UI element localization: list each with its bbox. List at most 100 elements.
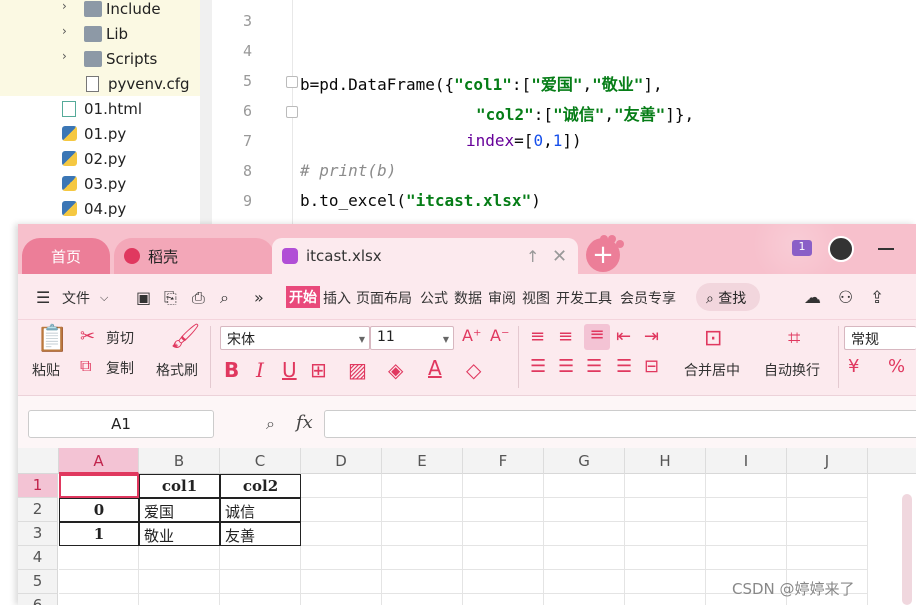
chevron-right-icon[interactable]: › bbox=[62, 0, 72, 13]
cell[interactable] bbox=[787, 522, 868, 546]
cell[interactable] bbox=[463, 570, 544, 594]
cell[interactable] bbox=[706, 546, 787, 570]
cell[interactable] bbox=[625, 594, 706, 605]
row-header[interactable]: 5 bbox=[18, 570, 58, 594]
cell[interactable] bbox=[544, 474, 625, 498]
menu-insert[interactable]: 插入 bbox=[323, 288, 351, 308]
menu-page-layout[interactable]: 页面布局 bbox=[356, 288, 412, 308]
vertical-scrollbar[interactable] bbox=[902, 494, 912, 605]
wrap-text-button[interactable]: 自动换行 bbox=[764, 360, 820, 380]
copy-icon[interactable]: ⧉ bbox=[80, 356, 91, 376]
cell[interactable] bbox=[544, 570, 625, 594]
menu-start[interactable]: 开始 bbox=[286, 286, 320, 308]
menu-formula[interactable]: 公式 bbox=[420, 288, 448, 308]
cell[interactable]: 敬业 bbox=[139, 522, 220, 546]
cell[interactable] bbox=[301, 522, 382, 546]
tree-item[interactable]: 01.html bbox=[0, 96, 212, 121]
cell[interactable] bbox=[625, 546, 706, 570]
cell[interactable] bbox=[139, 546, 220, 570]
indent-increase-icon[interactable]: ⇥ bbox=[644, 326, 659, 347]
merge-icon[interactable]: ⊡ bbox=[704, 326, 722, 351]
chevron-down-icon[interactable]: ⌵ bbox=[100, 291, 108, 305]
cell[interactable] bbox=[706, 522, 787, 546]
tab-itcast-xlsx[interactable]: itcast.xlsx ↑ ✕ bbox=[272, 238, 578, 274]
tree-item[interactable]: › Lib bbox=[0, 21, 212, 46]
active-cell-cursor[interactable] bbox=[59, 474, 139, 498]
select-all-corner[interactable] bbox=[18, 448, 59, 474]
justify-icon[interactable]: ☰ bbox=[616, 356, 632, 377]
row-header[interactable]: 4 bbox=[18, 546, 58, 570]
wrap-icon[interactable]: ⌗ bbox=[788, 326, 800, 351]
formula-input[interactable] bbox=[324, 410, 916, 438]
code-line-7[interactable]: index=[0,1]) bbox=[466, 131, 582, 150]
font-select[interactable]: 宋体 ▼ bbox=[220, 326, 370, 350]
align-center-icon[interactable]: ☰ bbox=[558, 356, 574, 377]
italic-button[interactable]: I bbox=[256, 358, 264, 382]
cell[interactable] bbox=[301, 594, 382, 605]
avatar[interactable] bbox=[828, 236, 854, 262]
merge-center-button[interactable]: 合并居中 bbox=[684, 360, 740, 380]
cell[interactable] bbox=[382, 522, 463, 546]
cell[interactable] bbox=[301, 498, 382, 522]
column-header[interactable]: J bbox=[787, 448, 868, 474]
percent-icon[interactable]: % bbox=[888, 356, 905, 377]
cell[interactable] bbox=[706, 474, 787, 498]
tree-item[interactable]: › Include bbox=[0, 0, 212, 21]
align-left-icon[interactable]: ☰ bbox=[530, 356, 546, 377]
border-icon[interactable]: ⊞ bbox=[310, 358, 327, 382]
cell[interactable] bbox=[382, 474, 463, 498]
cell[interactable] bbox=[625, 570, 706, 594]
cell[interactable] bbox=[787, 498, 868, 522]
pin-icon[interactable]: ↑ bbox=[526, 247, 539, 266]
print-icon[interactable]: ⎙ bbox=[192, 288, 205, 308]
cut-icon[interactable]: ✂ bbox=[80, 326, 95, 347]
cell[interactable] bbox=[382, 546, 463, 570]
cell[interactable] bbox=[301, 546, 382, 570]
code-line-5[interactable]: b=pd.DataFrame({"col1":["爱国","敬业"], bbox=[300, 71, 663, 95]
cell[interactable] bbox=[463, 546, 544, 570]
tree-scrollbar[interactable] bbox=[200, 0, 212, 228]
code-line-9[interactable]: b.to_excel("itcast.xlsx") bbox=[300, 191, 541, 210]
name-box[interactable]: A1 bbox=[28, 410, 214, 438]
cell[interactable]: col2 bbox=[220, 474, 301, 498]
export-icon[interactable]: ⎘ bbox=[164, 288, 177, 308]
cell[interactable] bbox=[625, 498, 706, 522]
font-size-select[interactable]: 11 ▼ bbox=[370, 326, 454, 350]
cell[interactable] bbox=[463, 594, 544, 605]
cell[interactable] bbox=[706, 498, 787, 522]
align-right-icon[interactable]: ☰ bbox=[586, 356, 602, 377]
notification-badge[interactable]: 1 bbox=[792, 240, 812, 256]
chevron-right-icon[interactable]: › bbox=[62, 49, 72, 63]
underline-button[interactable]: U bbox=[282, 358, 297, 382]
bold-button[interactable]: B bbox=[224, 358, 239, 382]
cell[interactable] bbox=[139, 570, 220, 594]
menu-member[interactable]: 会员专享 bbox=[620, 288, 676, 308]
preview-icon[interactable]: ⌕ bbox=[220, 288, 229, 308]
cell[interactable]: 诚信 bbox=[220, 498, 301, 522]
share-user-icon[interactable]: ⚇ bbox=[838, 288, 853, 308]
tab-home[interactable]: 首页 bbox=[22, 238, 110, 274]
cell[interactable] bbox=[382, 594, 463, 605]
column-header[interactable]: A bbox=[59, 448, 139, 474]
cell[interactable] bbox=[544, 522, 625, 546]
column-header[interactable]: D bbox=[301, 448, 382, 474]
code-line-6[interactable]: "col2":["诚信","友善"]}, bbox=[476, 101, 694, 125]
align-middle-icon[interactable]: ≡ bbox=[558, 326, 573, 347]
cell[interactable]: 爱国 bbox=[139, 498, 220, 522]
cell[interactable] bbox=[625, 474, 706, 498]
cell[interactable] bbox=[301, 570, 382, 594]
share-icon[interactable]: ⇪ bbox=[870, 288, 884, 308]
row-header[interactable]: 6 bbox=[18, 594, 58, 605]
cell[interactable] bbox=[59, 546, 139, 570]
cell[interactable] bbox=[220, 546, 301, 570]
menu-file[interactable]: 文件 bbox=[62, 288, 90, 308]
fill-color-icon[interactable]: ◈ bbox=[388, 358, 403, 382]
cell[interactable] bbox=[139, 594, 220, 605]
fold-icon[interactable] bbox=[286, 106, 298, 118]
tree-item[interactable]: pyvenv.cfg bbox=[0, 71, 212, 96]
more-icon[interactable]: » bbox=[254, 288, 264, 307]
menu-data[interactable]: 数据 bbox=[454, 288, 482, 308]
cell[interactable] bbox=[544, 498, 625, 522]
tab-daoke[interactable]: 稻壳 bbox=[114, 238, 274, 274]
decrease-font-icon[interactable]: A⁻ bbox=[490, 326, 509, 345]
